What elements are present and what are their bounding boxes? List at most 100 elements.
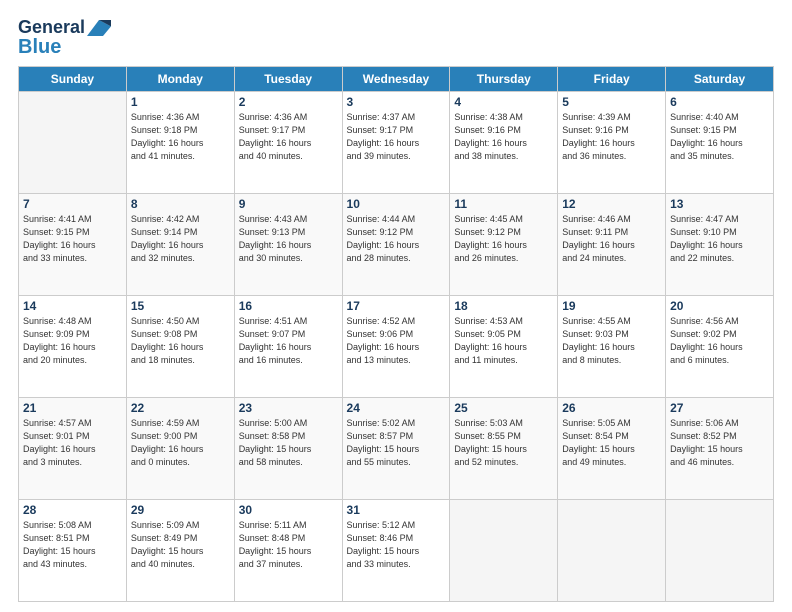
day-number: 27 [670, 401, 769, 415]
calendar-day-header: Saturday [666, 66, 774, 91]
calendar-cell: 17Sunrise: 4:52 AM Sunset: 9:06 PM Dayli… [342, 295, 450, 397]
calendar-cell: 29Sunrise: 5:09 AM Sunset: 8:49 PM Dayli… [126, 499, 234, 601]
calendar-day-header: Sunday [19, 66, 127, 91]
day-info: Sunrise: 4:50 AM Sunset: 9:08 PM Dayligh… [131, 315, 230, 367]
day-info: Sunrise: 4:37 AM Sunset: 9:17 PM Dayligh… [347, 111, 446, 163]
calendar-cell: 3 Sunrise: 4:37 AM Sunset: 9:17 PM Daylig… [342, 91, 450, 193]
day-info: Sunrise: 5:08 AM Sunset: 8:51 PM Dayligh… [23, 519, 122, 571]
day-number: 22 [131, 401, 230, 415]
day-info: Sunrise: 4:51 AM Sunset: 9:07 PM Dayligh… [239, 315, 338, 367]
day-number: 21 [23, 401, 122, 415]
calendar-week-row: 14 Sunrise: 4:48 AM Sunset: 9:09 PM Dayli… [19, 295, 774, 397]
day-info: Sunrise: 4:59 AM Sunset: 9:00 PM Dayligh… [131, 417, 230, 469]
calendar-cell [558, 499, 666, 601]
calendar-cell: 11Sunrise: 4:45 AM Sunset: 9:12 PM Dayli… [450, 193, 558, 295]
calendar-day-header: Wednesday [342, 66, 450, 91]
calendar-cell: 15 Sunrise: 4:50 AM Sunset: 9:08 PM Dayli… [126, 295, 234, 397]
calendar-day-header: Tuesday [234, 66, 342, 91]
calendar-cell: 20 Sunrise: 4:56 AM Sunset: 9:02 PM Dayli… [666, 295, 774, 397]
day-info: Sunrise: 4:57 AM Sunset: 9:01 PM Dayligh… [23, 417, 122, 469]
day-info: Sunrise: 4:56 AM Sunset: 9:02 PM Dayligh… [670, 315, 769, 367]
calendar-cell: 30 Sunrise: 5:11 AM Sunset: 8:48 PM Dayli… [234, 499, 342, 601]
calendar: SundayMondayTuesdayWednesdayThursdayFrid… [18, 66, 774, 602]
calendar-cell: 23Sunrise: 5:00 AM Sunset: 8:58 PM Dayli… [234, 397, 342, 499]
day-info: Sunrise: 5:12 AM Sunset: 8:46 PM Dayligh… [347, 519, 446, 571]
day-info: Sunrise: 4:53 AM Sunset: 9:05 PM Dayligh… [454, 315, 553, 367]
day-info: Sunrise: 4:45 AM Sunset: 9:12 PM Dayligh… [454, 213, 553, 265]
day-number: 28 [23, 503, 122, 517]
calendar-cell: 27 Sunrise: 5:06 AM Sunset: 8:52 PM Dayli… [666, 397, 774, 499]
day-number: 4 [454, 95, 553, 109]
day-number: 6 [670, 95, 769, 109]
day-number: 9 [239, 197, 338, 211]
day-info: Sunrise: 4:43 AM Sunset: 9:13 PM Dayligh… [239, 213, 338, 265]
logo-icon [87, 20, 111, 36]
calendar-cell: 2 Sunrise: 4:36 AM Sunset: 9:17 PM Daylig… [234, 91, 342, 193]
logo: General Blue [18, 18, 111, 58]
day-number: 3 [347, 95, 446, 109]
header: General Blue [18, 18, 774, 58]
calendar-header-row: SundayMondayTuesdayWednesdayThursdayFrid… [19, 66, 774, 91]
day-info: Sunrise: 5:03 AM Sunset: 8:55 PM Dayligh… [454, 417, 553, 469]
day-info: Sunrise: 4:42 AM Sunset: 9:14 PM Dayligh… [131, 213, 230, 265]
calendar-cell [450, 499, 558, 601]
day-info: Sunrise: 4:38 AM Sunset: 9:16 PM Dayligh… [454, 111, 553, 163]
day-info: Sunrise: 4:41 AM Sunset: 9:15 PM Dayligh… [23, 213, 122, 265]
calendar-week-row: 7 Sunrise: 4:41 AM Sunset: 9:15 PM Daylig… [19, 193, 774, 295]
day-info: Sunrise: 5:06 AM Sunset: 8:52 PM Dayligh… [670, 417, 769, 469]
day-number: 7 [23, 197, 122, 211]
day-number: 1 [131, 95, 230, 109]
calendar-week-row: 1Sunrise: 4:36 AM Sunset: 9:18 PM Daylig… [19, 91, 774, 193]
calendar-cell: 13 Sunrise: 4:47 AM Sunset: 9:10 PM Dayli… [666, 193, 774, 295]
day-number: 17 [347, 299, 446, 313]
day-number: 14 [23, 299, 122, 313]
day-number: 19 [562, 299, 661, 313]
calendar-week-row: 28 Sunrise: 5:08 AM Sunset: 8:51 PM Dayli… [19, 499, 774, 601]
calendar-cell: 1Sunrise: 4:36 AM Sunset: 9:18 PM Daylig… [126, 91, 234, 193]
calendar-cell: 19 Sunrise: 4:55 AM Sunset: 9:03 PM Dayli… [558, 295, 666, 397]
day-number: 13 [670, 197, 769, 211]
day-number: 20 [670, 299, 769, 313]
day-info: Sunrise: 4:36 AM Sunset: 9:17 PM Dayligh… [239, 111, 338, 163]
calendar-cell [19, 91, 127, 193]
calendar-cell: 28 Sunrise: 5:08 AM Sunset: 8:51 PM Dayli… [19, 499, 127, 601]
calendar-week-row: 21 Sunrise: 4:57 AM Sunset: 9:01 PM Dayli… [19, 397, 774, 499]
calendar-cell [666, 499, 774, 601]
calendar-cell: 24Sunrise: 5:02 AM Sunset: 8:57 PM Dayli… [342, 397, 450, 499]
day-info: Sunrise: 4:47 AM Sunset: 9:10 PM Dayligh… [670, 213, 769, 265]
page: General Blue SundayMondayTuesdayWednesda… [0, 0, 792, 612]
day-number: 5 [562, 95, 661, 109]
calendar-day-header: Thursday [450, 66, 558, 91]
day-info: Sunrise: 5:05 AM Sunset: 8:54 PM Dayligh… [562, 417, 661, 469]
day-number: 31 [347, 503, 446, 517]
calendar-cell: 6 Sunrise: 4:40 AM Sunset: 9:15 PM Daylig… [666, 91, 774, 193]
day-number: 25 [454, 401, 553, 415]
calendar-cell: 10Sunrise: 4:44 AM Sunset: 9:12 PM Dayli… [342, 193, 450, 295]
day-info: Sunrise: 4:48 AM Sunset: 9:09 PM Dayligh… [23, 315, 122, 367]
logo-blue: Blue [18, 36, 61, 58]
calendar-cell: 9 Sunrise: 4:43 AM Sunset: 9:13 PM Daylig… [234, 193, 342, 295]
day-number: 2 [239, 95, 338, 109]
calendar-cell: 5Sunrise: 4:39 AM Sunset: 9:16 PM Daylig… [558, 91, 666, 193]
day-number: 15 [131, 299, 230, 313]
day-number: 26 [562, 401, 661, 415]
day-number: 30 [239, 503, 338, 517]
day-info: Sunrise: 4:55 AM Sunset: 9:03 PM Dayligh… [562, 315, 661, 367]
day-number: 29 [131, 503, 230, 517]
day-number: 10 [347, 197, 446, 211]
calendar-day-header: Friday [558, 66, 666, 91]
calendar-cell: 22 Sunrise: 4:59 AM Sunset: 9:00 PM Dayli… [126, 397, 234, 499]
day-info: Sunrise: 5:11 AM Sunset: 8:48 PM Dayligh… [239, 519, 338, 571]
day-number: 16 [239, 299, 338, 313]
day-number: 8 [131, 197, 230, 211]
day-info: Sunrise: 4:40 AM Sunset: 9:15 PM Dayligh… [670, 111, 769, 163]
calendar-cell: 12Sunrise: 4:46 AM Sunset: 9:11 PM Dayli… [558, 193, 666, 295]
calendar-cell: 16 Sunrise: 4:51 AM Sunset: 9:07 PM Dayli… [234, 295, 342, 397]
calendar-day-header: Monday [126, 66, 234, 91]
calendar-cell: 26 Sunrise: 5:05 AM Sunset: 8:54 PM Dayli… [558, 397, 666, 499]
day-info: Sunrise: 4:46 AM Sunset: 9:11 PM Dayligh… [562, 213, 661, 265]
day-number: 24 [347, 401, 446, 415]
calendar-cell: 8 Sunrise: 4:42 AM Sunset: 9:14 PM Daylig… [126, 193, 234, 295]
day-number: 18 [454, 299, 553, 313]
calendar-cell: 25 Sunrise: 5:03 AM Sunset: 8:55 PM Dayli… [450, 397, 558, 499]
